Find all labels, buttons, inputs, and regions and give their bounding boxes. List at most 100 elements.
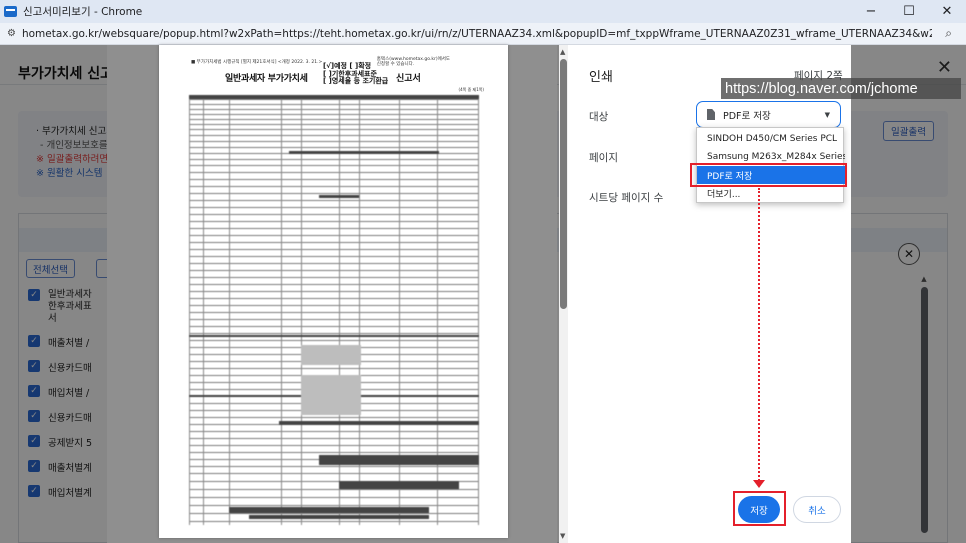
hometax-app-icon [4, 6, 17, 17]
address-bar[interactable]: ⚙ hometax.go.kr/websquare/popup.html?w2x… [0, 23, 966, 45]
document-preview-page: ■ 부가가치세법 시행규칙 [별지 제21호서식] <개정 2022. 3. 2… [159, 45, 508, 538]
form-row-line [189, 340, 479, 341]
form-row-line [189, 368, 479, 369]
form-row-line [189, 228, 479, 229]
form-block [229, 507, 429, 513]
form-row-line [189, 249, 479, 250]
form-block [319, 195, 359, 198]
form-row-line [189, 242, 479, 243]
form-row-line [189, 417, 479, 418]
window-controls: − ☐ ✕ [852, 0, 966, 23]
form-row-line [189, 497, 479, 498]
form-col-line [203, 95, 204, 525]
form-row-line [189, 438, 479, 439]
form-row-line [189, 147, 479, 148]
form-block [339, 481, 459, 489]
form-block [279, 421, 479, 425]
form-row-line [189, 99, 479, 100]
form-row-line [189, 431, 479, 432]
form-row-line [189, 489, 479, 490]
window-titlebar: 신고서미리보기 - Chrome − ☐ ✕ [0, 0, 966, 23]
form-row-line [189, 270, 479, 271]
form-row-line [189, 256, 479, 257]
pages-per-sheet-label: 시트당 페이지 수 [589, 192, 664, 204]
form-row-line [189, 305, 479, 306]
form-block [189, 95, 479, 99]
form-block [289, 151, 439, 154]
form-block [249, 515, 429, 519]
form-block [319, 455, 479, 465]
document-title: 일반과세자 부가가치세 [225, 74, 308, 84]
highlight-box [733, 491, 786, 526]
form-reference: ■ 부가가치세법 시행규칙 [별지 제21호서식] <개정 2022. 3. 2… [191, 60, 323, 65]
form-table [189, 95, 479, 525]
form-row-line [189, 298, 479, 299]
destination-label: 대상 [589, 111, 609, 123]
form-row-line [189, 235, 479, 236]
form-row-line [189, 221, 479, 222]
form-row-line [189, 333, 479, 334]
scroll-up-icon[interactable]: ▲ [560, 48, 565, 56]
watermark-text: https://blog.naver.com/jchome [721, 78, 961, 99]
preview-scrollbar[interactable]: ▲ ▼ [559, 45, 568, 543]
form-row-line [189, 326, 479, 327]
page-note: (4쪽 중 제1쪽) [458, 87, 484, 92]
form-row-line [189, 263, 479, 264]
form-row-line [189, 452, 479, 453]
form-row-line [189, 214, 479, 215]
form-row-line [189, 119, 479, 120]
form-col-line [301, 95, 302, 525]
destination-value: PDF로 저장 [723, 110, 771, 122]
destination-select[interactable]: PDF로 저장 ▼ [696, 101, 841, 128]
print-dialog-title: 인쇄 [589, 70, 613, 85]
form-row-line [189, 473, 479, 474]
form-block [189, 335, 479, 337]
form-row-line [189, 104, 479, 105]
form-row-line [189, 445, 479, 446]
form-row-line [189, 135, 479, 136]
scroll-down-icon[interactable]: ▼ [560, 532, 565, 540]
close-window-button[interactable]: ✕ [928, 0, 966, 23]
document-options: [√]예정 [ ]확정 [ ]기한후과세표준 [ ]영세율 등 조기환급 [323, 62, 389, 85]
print-settings-panel: 인쇄 페이지 2쪽 대상 페이지 시트당 페이지 수 PDF로 저장 ▼ [568, 45, 851, 543]
form-shaded-cell [301, 375, 361, 415]
minimize-button[interactable]: − [852, 0, 890, 23]
destination-option[interactable]: SINDOH D450/CM Series PCL [697, 130, 845, 148]
highlight-box [690, 163, 847, 187]
zoom-icon[interactable]: ⌕ [945, 26, 952, 41]
form-col-line [189, 95, 190, 525]
form-row-line [189, 179, 479, 180]
form-row-line [189, 200, 479, 201]
form-row-line [189, 165, 479, 166]
form-row-line [189, 284, 479, 285]
form-row-line [189, 172, 479, 173]
form-row-line [189, 505, 479, 506]
form-row-line [189, 513, 479, 514]
form-row-line [189, 159, 479, 160]
form-row-line [189, 114, 479, 115]
form-row-line [189, 193, 479, 194]
url-text[interactable]: hometax.go.kr/websquare/popup.html?w2xPa… [22, 28, 932, 40]
document-title-suffix: 신고서 [396, 74, 421, 84]
scrollbar-thumb[interactable] [560, 59, 567, 309]
form-row-line [189, 466, 479, 467]
form-row-line [189, 186, 479, 187]
form-row-line [189, 277, 479, 278]
form-row-line [189, 124, 479, 125]
form-row-line [189, 109, 479, 110]
form-row-line [189, 291, 479, 292]
form-row-line [189, 319, 479, 320]
document-icon [707, 109, 715, 120]
arrow-down-icon [753, 480, 765, 488]
maximize-button[interactable]: ☐ [890, 0, 928, 23]
form-row-line [189, 521, 479, 522]
form-row-line [189, 207, 479, 208]
tune-icon[interactable]: ⚙ [7, 28, 16, 39]
cancel-button[interactable]: 취소 [793, 496, 841, 523]
form-row-line [189, 129, 479, 130]
highlight-arrow-line [758, 188, 760, 484]
form-col-line [281, 95, 282, 525]
caret-down-icon: ▼ [824, 111, 830, 119]
form-col-line [229, 95, 230, 525]
pages-label: 페이지 [589, 152, 618, 164]
